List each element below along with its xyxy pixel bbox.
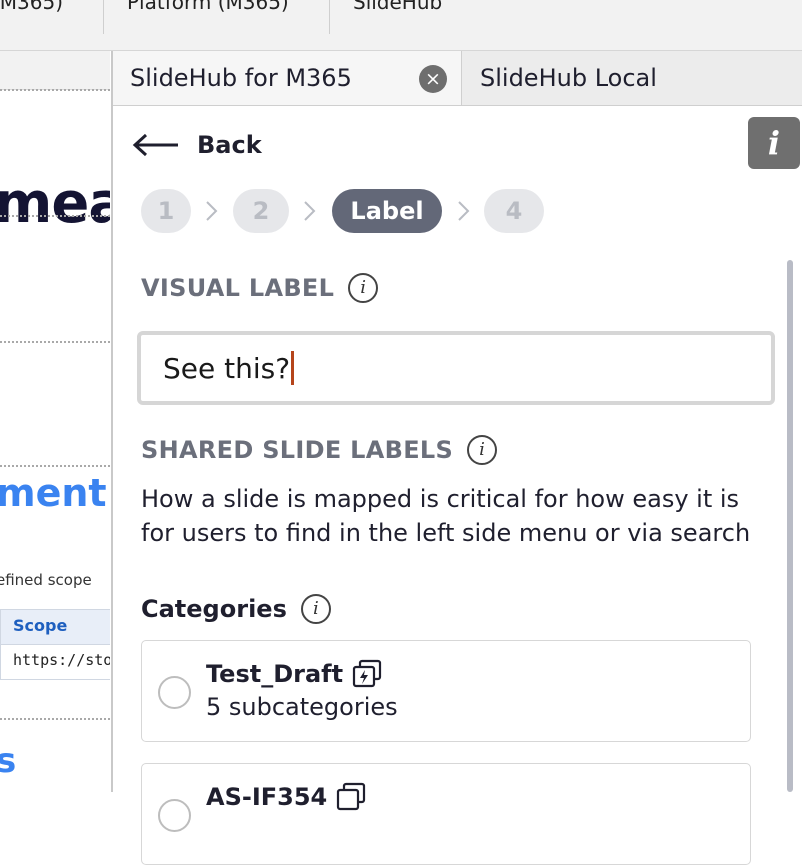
document-toolbar <box>0 51 110 90</box>
info-icon[interactable]: i <box>748 117 800 169</box>
visual-label-heading: VISUAL LABEL i <box>141 273 379 303</box>
arrow-left-icon <box>132 133 178 157</box>
table-header: Scope <box>0 609 110 645</box>
category-title: Test_Draft <box>206 659 383 689</box>
category-radio[interactable] <box>158 799 191 832</box>
stacked-slides-icon <box>352 659 382 688</box>
table-row: https://sto <box>0 645 110 680</box>
text-caret <box>291 351 295 385</box>
back-label: Back <box>197 131 262 159</box>
visual-label-title: VISUAL LABEL <box>141 274 335 302</box>
document-canvas: mea ment efined scope Scope https://sto … <box>0 51 110 792</box>
info-icon[interactable]: i <box>348 273 379 303</box>
dotted-divider <box>0 215 110 217</box>
info-icon[interactable]: i <box>467 435 498 465</box>
document-section-title: ment <box>0 471 107 515</box>
category-card[interactable]: AS-IF354 <box>141 763 751 865</box>
tab-label: SlideHub for M365 <box>130 64 352 92</box>
category-card[interactable]: Test_Draft 5 subcategories <box>141 640 751 742</box>
category-name: Test_Draft <box>206 660 344 688</box>
document-heading: mea <box>0 171 110 236</box>
visual-label-value: See this? <box>163 351 291 385</box>
chevron-right-icon <box>304 201 316 221</box>
shared-labels-heading: SHARED SLIDE LABELS i <box>141 435 498 465</box>
task-pane: SlideHub for M365 × SlideHub Local Back … <box>111 51 802 865</box>
pane-tab-bar: SlideHub for M365 × SlideHub Local <box>113 51 802 106</box>
ribbon: (M365) Platform (M365) SlideHub <box>0 0 802 51</box>
tab-slidehub-m365[interactable]: SlideHub for M365 × <box>113 51 462 105</box>
close-icon[interactable]: × <box>419 65 447 93</box>
document-scope-text: efined scope <box>0 571 92 589</box>
category-radio[interactable] <box>158 676 191 709</box>
category-subtitle: 5 subcategories <box>206 693 398 721</box>
info-icon[interactable]: i <box>300 594 331 624</box>
step-2[interactable]: 2 <box>233 189 289 233</box>
shared-labels-description: How a slide is mapped is critical for ho… <box>141 485 751 547</box>
shared-labels-title: SHARED SLIDE LABELS <box>141 436 454 464</box>
tab-slidehub-local[interactable]: SlideHub Local <box>463 51 802 105</box>
ribbon-divider <box>329 0 330 34</box>
table-cell: https://sto <box>13 651 110 669</box>
tab-label: SlideHub Local <box>480 64 657 92</box>
table-header-scope: Scope <box>13 616 68 635</box>
dotted-divider <box>0 89 110 91</box>
categories-heading: Categories i <box>141 594 331 624</box>
ribbon-tab-m365[interactable]: (M365) <box>0 0 63 34</box>
categories-title: Categories <box>141 595 287 623</box>
dotted-divider <box>0 341 110 343</box>
step-label-current[interactable]: Label <box>332 189 442 233</box>
chevron-right-icon <box>206 201 218 221</box>
category-title: AS-IF354 <box>206 782 367 812</box>
document-table: Scope https://sto <box>0 609 110 680</box>
document-footer-title: s <box>0 741 17 781</box>
scrollbar[interactable] <box>787 260 793 792</box>
ribbon-tab-slidehub[interactable]: SlideHub <box>353 0 442 34</box>
category-name: AS-IF354 <box>206 783 328 811</box>
ribbon-tab-platform[interactable]: Platform (M365) <box>127 0 289 34</box>
chevron-right-icon <box>458 201 470 221</box>
step-4[interactable]: 4 <box>484 189 544 233</box>
stacked-slides-icon <box>337 782 366 811</box>
dotted-divider <box>0 465 110 467</box>
ribbon-divider <box>103 0 104 34</box>
step-1[interactable]: 1 <box>141 189 191 233</box>
back-button[interactable]: Back <box>132 131 262 159</box>
visual-label-input[interactable]: See this? <box>137 331 775 405</box>
dotted-divider <box>0 718 110 720</box>
